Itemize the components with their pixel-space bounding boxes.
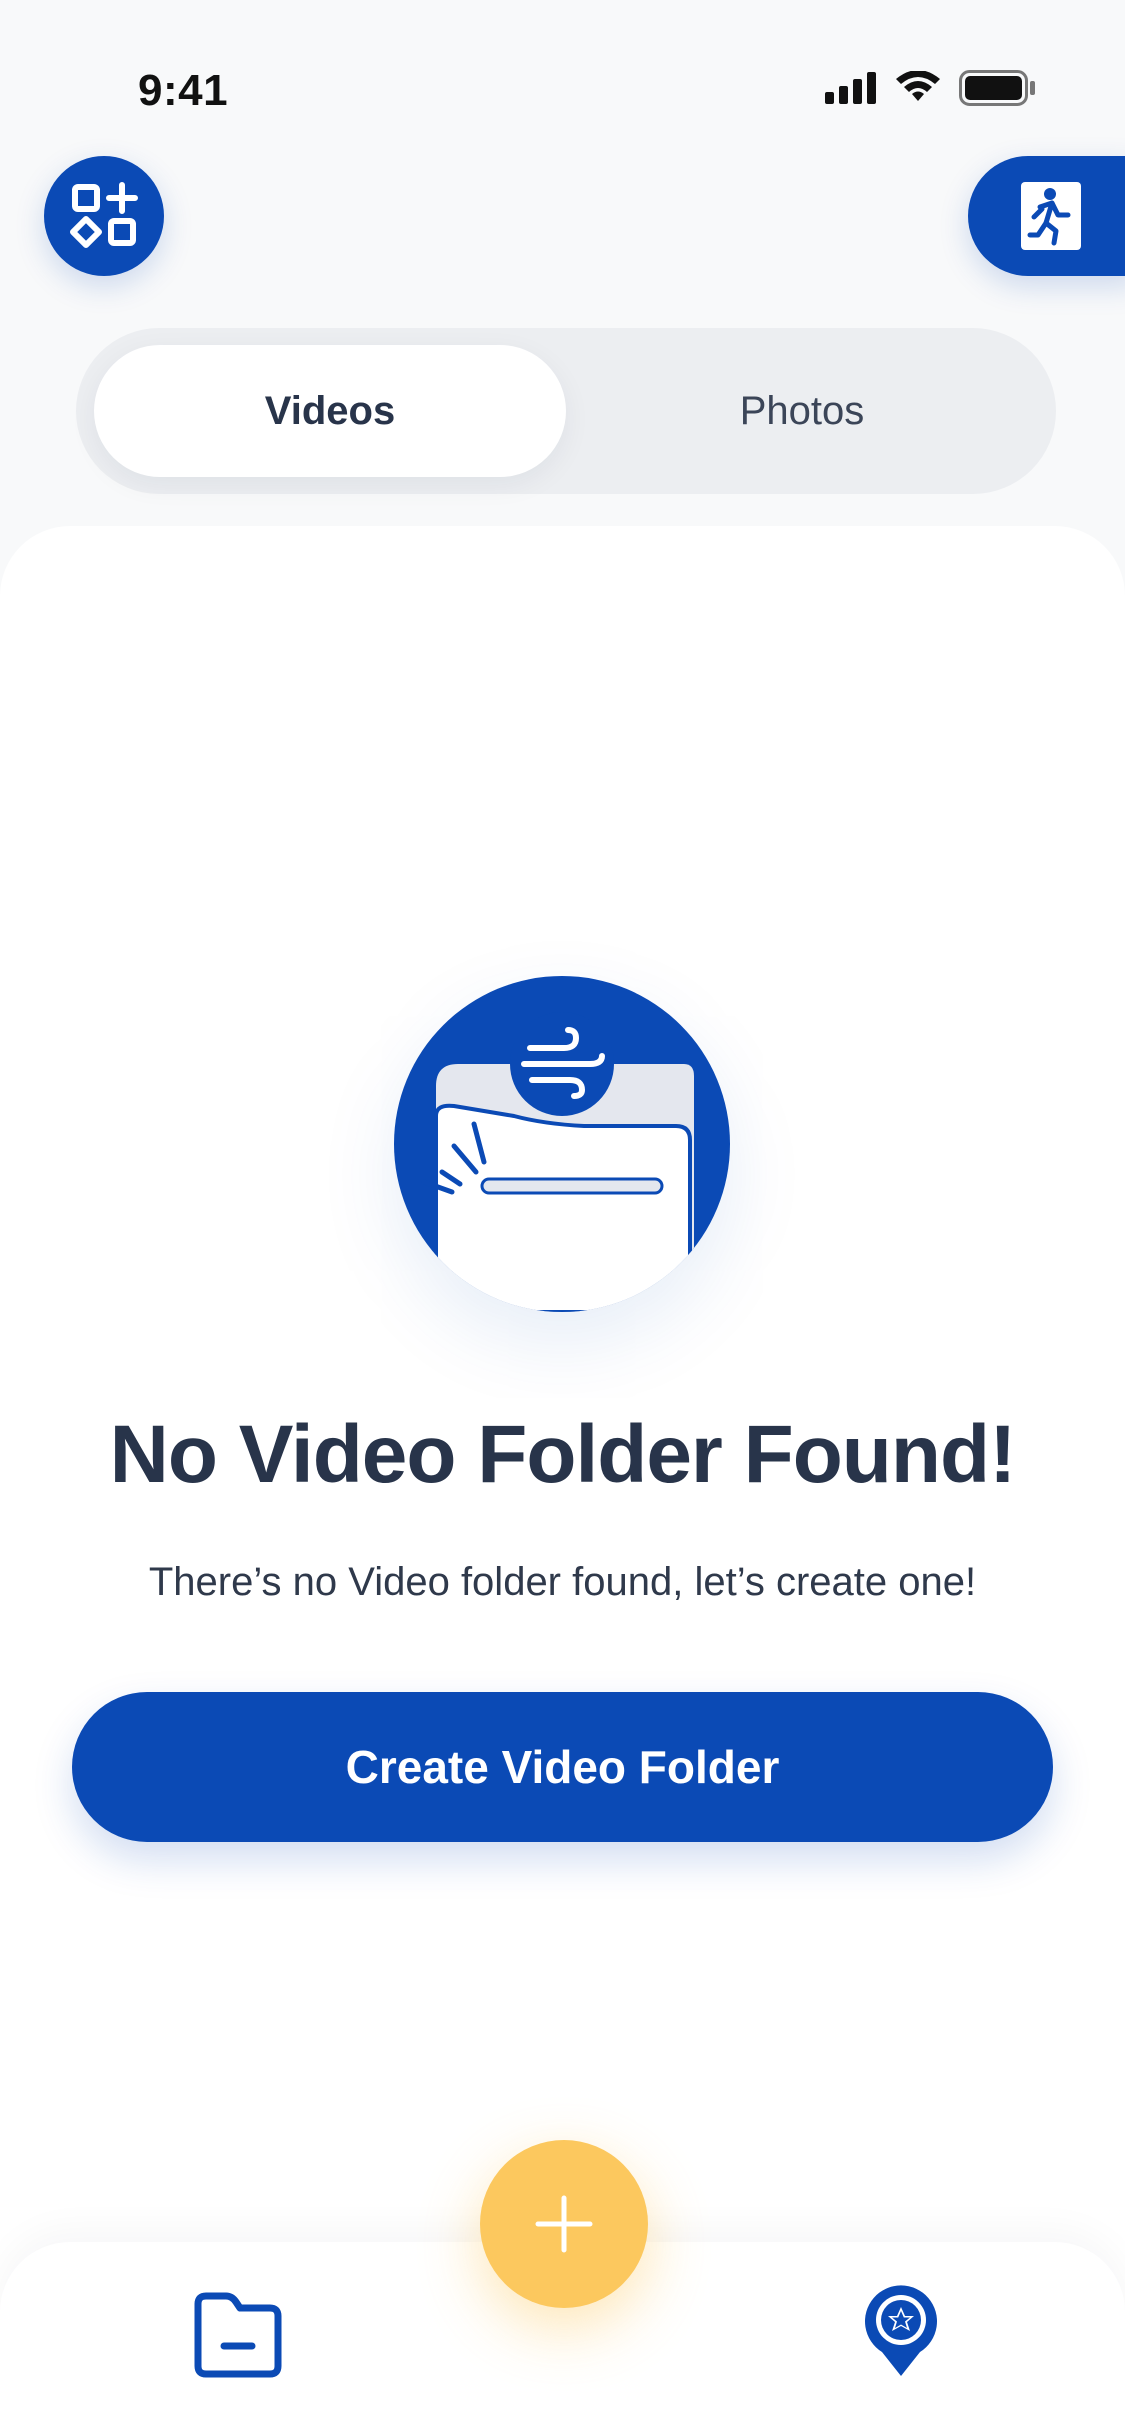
- status-icons: [825, 70, 1037, 106]
- empty-state-title: No Video Folder Found!: [109, 1409, 1017, 1500]
- empty-folder-illustration: [394, 976, 730, 1312]
- signal-icon: [825, 72, 876, 104]
- media-tabs: Videos Photos: [76, 328, 1056, 494]
- status-time: 9:41: [138, 66, 229, 115]
- badge-location-icon: [865, 2285, 937, 2376]
- folder-icon: [194, 2292, 282, 2378]
- widgets-button[interactable]: [44, 156, 164, 276]
- exit-button[interactable]: [968, 156, 1125, 276]
- create-video-folder-button[interactable]: Create Video Folder: [72, 1692, 1053, 1842]
- nav-folders-button[interactable]: [190, 2290, 286, 2380]
- empty-state-message: There’s no Video folder found, let’s cre…: [148, 1560, 977, 1604]
- plus-icon: [535, 2195, 593, 2253]
- wifi-icon: [896, 71, 940, 101]
- empty-folder-wind-icon: [421, 1012, 694, 1312]
- exit-running-man-icon: [1021, 182, 1081, 250]
- add-fab-button[interactable]: [480, 2140, 648, 2308]
- nav-badge-button[interactable]: [862, 2280, 940, 2380]
- tab-videos[interactable]: Videos: [94, 345, 566, 477]
- tab-photos[interactable]: Photos: [566, 345, 1038, 477]
- widgets-icon: [70, 182, 138, 248]
- battery-icon: [959, 70, 1035, 106]
- app-screen: 9:41 Videos Photos No Video Folder Found…: [0, 0, 1125, 2436]
